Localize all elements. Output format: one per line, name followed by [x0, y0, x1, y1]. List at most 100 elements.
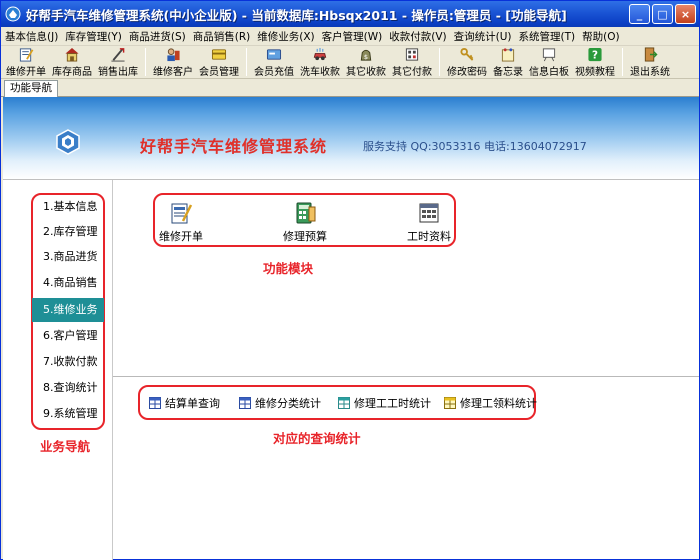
main-content: 1.基本信息 2.库存管理 3.商品进货 4.商品销售 5.维修业务 6.客户管… — [3, 179, 699, 560]
table-icon — [239, 397, 251, 409]
section-divider — [113, 376, 699, 377]
toolbar-label: 库存商品 — [52, 67, 92, 78]
title-bar[interactable]: 好帮手汽车维修管理系统(中小企业版) - 当前数据库:Hbsqx2011 - 操… — [1, 1, 699, 27]
module-label: 工时资料 — [407, 230, 451, 243]
toolbar-label: 洗车收款 — [300, 67, 340, 78]
toolbar: 维修开单 库存商品 销售出库 维修客户 会员管理 会员充值 洗车收款 $ 其它收… — [1, 46, 699, 79]
nav-item-basic-info[interactable]: 1.基本信息 — [32, 195, 104, 219]
nav-item-customer[interactable]: 6.客户管理 — [32, 324, 104, 348]
toolbar-label: 会员充值 — [254, 67, 294, 78]
tab-function-navigation[interactable]: 功能导航 — [4, 80, 58, 97]
module-label: 维修开单 — [159, 230, 203, 243]
toolbar-label: 维修客户 — [153, 67, 193, 78]
svg-text:$: $ — [364, 53, 368, 61]
toolbar-separator — [145, 48, 146, 76]
query-label: 修理工工时统计 — [354, 397, 431, 410]
help-video-icon: ? — [588, 47, 602, 61]
menu-query[interactable]: 查询统计(U) — [454, 29, 512, 44]
toolbar-whiteboard-button[interactable]: 信息白板 — [526, 46, 572, 78]
toolbar-member-button[interactable]: 会员管理 — [196, 46, 242, 78]
repair-order-icon — [171, 203, 193, 224]
table-icon — [444, 397, 456, 409]
toolbar-label: 其它付款 — [392, 67, 432, 78]
toolbar-label: 维修开单 — [6, 67, 46, 78]
nav-item-repair[interactable]: 5.维修业务 — [32, 298, 104, 322]
toolbar-label: 其它收款 — [346, 67, 386, 78]
member-icon — [211, 49, 227, 60]
banner-title: 好帮手汽车维修管理系统 — [140, 137, 328, 156]
whiteboard-icon — [542, 48, 556, 62]
toolbar-label: 备忘录 — [493, 67, 523, 78]
module-repair-budget[interactable]: 修理预算 — [283, 201, 327, 244]
menu-help[interactable]: 帮助(O) — [582, 29, 619, 44]
key-icon — [460, 47, 474, 61]
toolbar-warehouse-button[interactable]: 库存商品 — [49, 46, 95, 78]
logo-icon — [56, 129, 80, 155]
module-labor-data[interactable]: 工时资料 — [407, 201, 451, 244]
app-icon — [5, 6, 21, 22]
toolbar-memo-button[interactable]: 备忘录 — [490, 46, 526, 78]
nav-item-payments[interactable]: 7.收款付款 — [32, 350, 104, 374]
menu-payments[interactable]: 收款付款(V) — [389, 29, 446, 44]
query-mechanic-materials[interactable]: 修理工领料统计 — [444, 395, 537, 411]
menu-customer[interactable]: 客户管理(W) — [322, 29, 383, 44]
toolbar-exit-button[interactable]: 退出系统 — [627, 46, 673, 78]
toolbar-change-password-button[interactable]: 修改密码 — [444, 46, 490, 78]
nav-item-inventory[interactable]: 2.库存管理 — [32, 220, 104, 244]
window-controls: _ □ × — [629, 4, 696, 24]
tab-strip: 功能导航 — [1, 79, 699, 97]
toolbar-repair-customer-button[interactable]: 维修客户 — [150, 46, 196, 78]
memo-icon — [501, 48, 515, 62]
toolbar-label: 销售出库 — [98, 67, 138, 78]
toolbar-separator — [246, 48, 247, 76]
module-caption: 功能模块 — [263, 261, 314, 276]
toolbar-separator — [622, 48, 623, 76]
svg-text:?: ? — [592, 49, 598, 61]
toolbar-sale-out-button[interactable]: 销售出库 — [95, 46, 141, 78]
toolbar-carwash-button[interactable]: 洗车收款 — [297, 46, 343, 78]
nav-item-sales[interactable]: 4.商品销售 — [32, 271, 104, 295]
sale-out-icon — [111, 48, 125, 62]
menu-basic-info[interactable]: 基本信息(J) — [5, 29, 58, 44]
calculator-icon — [296, 202, 316, 224]
toolbar-label: 会员管理 — [199, 67, 239, 78]
query-repair-category[interactable]: 维修分类统计 — [239, 395, 321, 411]
toolbar-member-recharge-button[interactable]: 会员充值 — [251, 46, 297, 78]
menu-inventory[interactable]: 库存管理(Y) — [65, 29, 122, 44]
query-settlement[interactable]: 结算单查询 — [149, 395, 220, 411]
toolbar-other-payment-button[interactable]: 其它付款 — [389, 46, 435, 78]
nav-item-query[interactable]: 8.查询统计 — [32, 376, 104, 400]
toolbar-label: 退出系统 — [630, 67, 670, 78]
repair-order-icon — [19, 48, 34, 62]
maximize-button[interactable]: □ — [652, 4, 673, 24]
menu-sales[interactable]: 商品销售(R) — [193, 29, 251, 44]
toolbar-video-tutorial-button[interactable]: ? 视频教程 — [572, 46, 618, 78]
labor-data-icon — [419, 203, 439, 223]
table-icon — [338, 397, 350, 409]
other-income-icon: $ — [360, 49, 372, 61]
repair-customer-icon — [167, 48, 180, 62]
toolbar-separator — [439, 48, 440, 76]
close-button[interactable]: × — [675, 4, 696, 24]
nav-item-purchase[interactable]: 3.商品进货 — [32, 245, 104, 269]
nav-caption: 业务导航 — [40, 439, 91, 454]
module-label: 修理预算 — [283, 230, 327, 243]
carwash-icon — [313, 47, 327, 61]
module-repair-order[interactable]: 维修开单 — [159, 201, 203, 244]
nav-item-system[interactable]: 9.系统管理 — [32, 402, 104, 426]
banner: 好帮手汽车维修管理系统 服务支持 QQ:3053316 电话:136040729… — [3, 97, 699, 179]
toolbar-other-income-button[interactable]: $ 其它收款 — [343, 46, 389, 78]
query-label: 维修分类统计 — [255, 397, 321, 410]
toolbar-repair-order-button[interactable]: 维修开单 — [3, 46, 49, 78]
query-mechanic-hours[interactable]: 修理工工时统计 — [338, 395, 431, 411]
menu-system[interactable]: 系统管理(T) — [519, 29, 576, 44]
menu-repair[interactable]: 维修业务(X) — [257, 29, 314, 44]
toolbar-label: 信息白板 — [529, 67, 569, 78]
support-info: 服务支持 QQ:3053316 电话:13604072917 — [363, 140, 587, 153]
minimize-button[interactable]: _ — [629, 4, 650, 24]
table-icon — [149, 397, 161, 409]
other-payment-icon — [405, 48, 419, 61]
menu-bar: 基本信息(J) 库存管理(Y) 商品进货(S) 商品销售(R) 维修业务(X) … — [1, 27, 699, 46]
menu-purchase[interactable]: 商品进货(S) — [129, 29, 186, 44]
warehouse-icon — [65, 47, 79, 62]
